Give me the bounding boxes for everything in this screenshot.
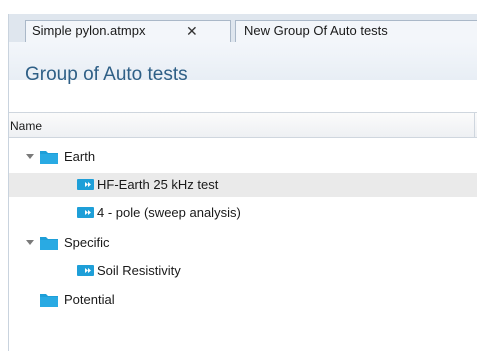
tree-item-label: Soil Resistivity: [97, 263, 181, 278]
tree-item-4-pole[interactable]: 4 - pole (sweep analysis): [9, 201, 477, 225]
expand-arrow-icon[interactable]: [26, 240, 34, 245]
tab-label: Simple pylon.atmpx: [32, 23, 146, 38]
tree-item-earth[interactable]: Earth: [9, 145, 477, 169]
column-divider[interactable]: [474, 112, 475, 138]
tab-simple-pylon[interactable]: Simple pylon.atmpx ✕: [25, 20, 231, 42]
page-title: Group of Auto tests: [25, 64, 188, 85]
app-window: Simple pylon.atmpx ✕ New Group Of Auto t…: [0, 0, 477, 351]
tree-item-hf-earth[interactable]: HF-Earth 25 kHz test: [9, 173, 477, 197]
tree-item-label: Earth: [64, 149, 96, 164]
tab-label: New Group Of Auto tests: [244, 23, 388, 38]
column-header-name[interactable]: Name: [9, 112, 477, 138]
tab-new-group-of-auto-tests[interactable]: New Group Of Auto tests: [235, 20, 477, 42]
close-icon[interactable]: ✕: [186, 21, 198, 41]
auto-test-icon: [77, 179, 94, 190]
tree-item-label: 4 - pole (sweep analysis): [97, 205, 241, 220]
tree-item-label: HF-Earth 25 kHz test: [97, 177, 219, 192]
folder-icon: [40, 151, 58, 164]
column-header-label: Name: [10, 119, 43, 133]
folder-icon: [40, 237, 58, 250]
folder-icon: [40, 294, 58, 307]
tree-item-specific[interactable]: Specific: [9, 231, 477, 255]
auto-test-icon: [77, 265, 94, 276]
tree-item-potential[interactable]: Potential: [9, 288, 477, 312]
toolbar-area: [9, 90, 477, 112]
expand-arrow-icon[interactable]: [26, 154, 34, 159]
auto-test-icon: [77, 207, 94, 218]
tree-item-label: Specific: [64, 235, 110, 250]
tree-item-soil-resistivity[interactable]: Soil Resistivity: [9, 259, 477, 283]
tree-item-label: Potential: [64, 292, 115, 307]
tab-bar: Simple pylon.atmpx ✕ New Group Of Auto t…: [9, 14, 477, 42]
